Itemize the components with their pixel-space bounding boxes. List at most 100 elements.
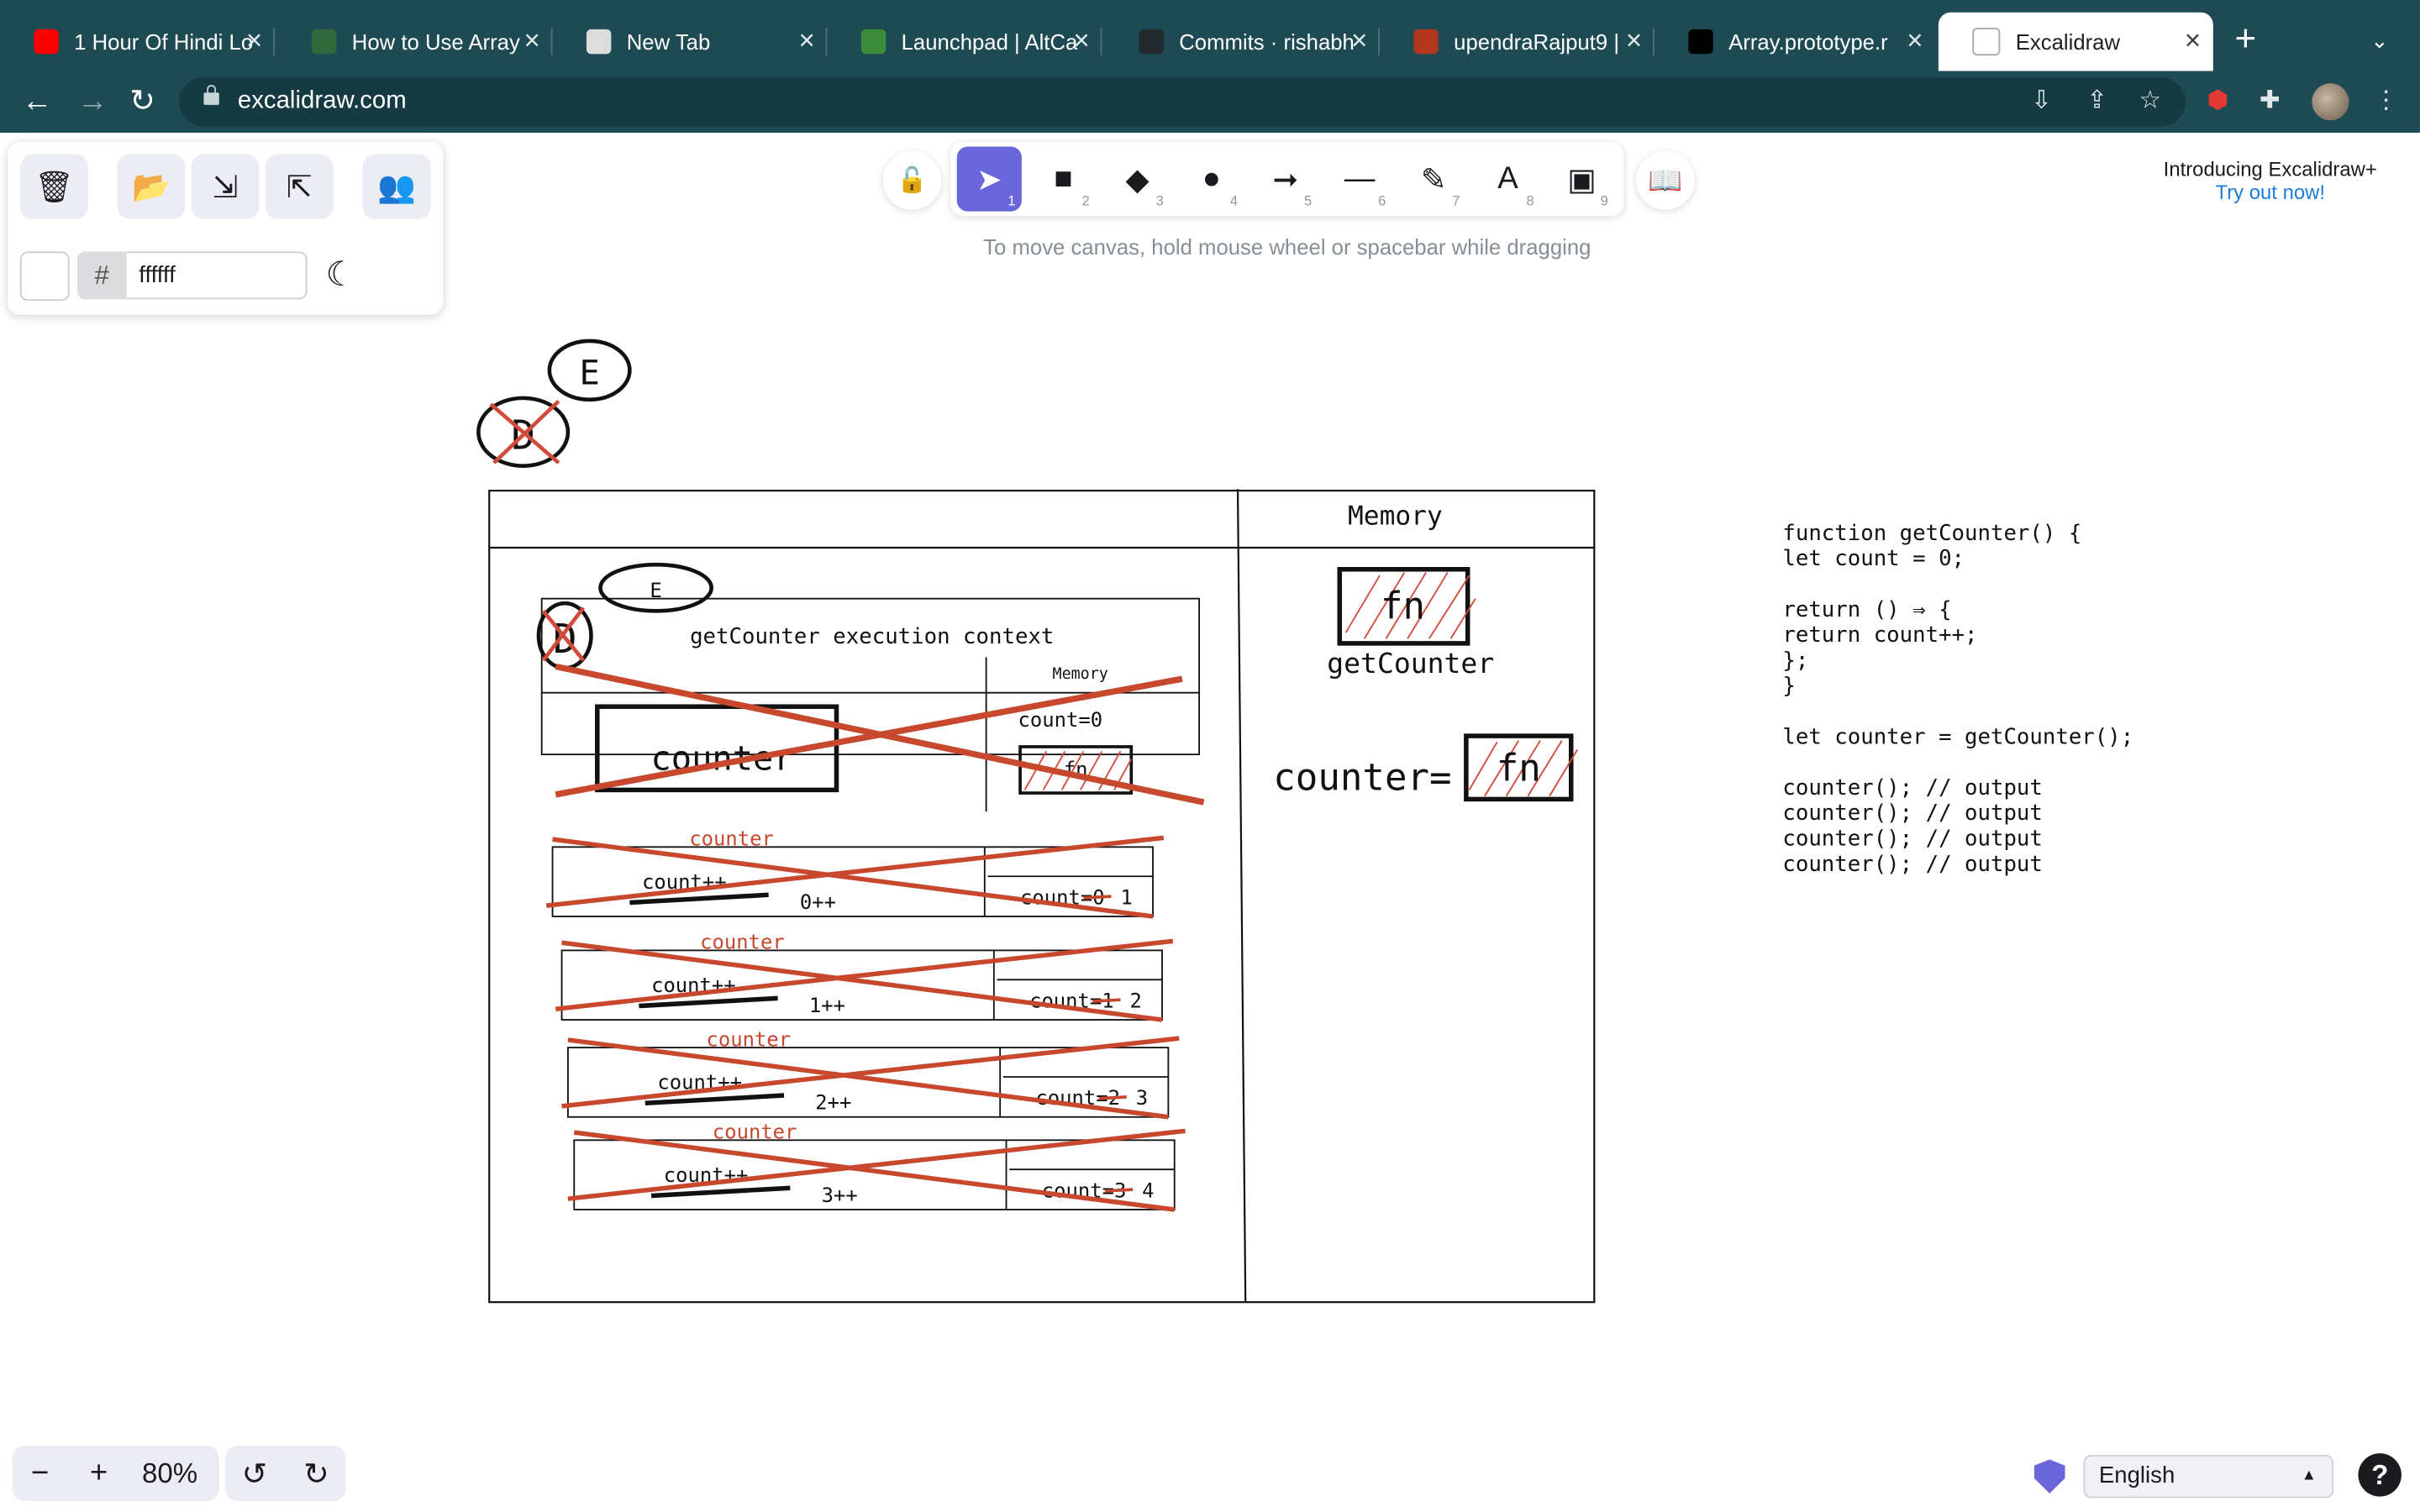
lock-icon — [203, 85, 219, 105]
context-count-label: count=0 — [1018, 708, 1103, 732]
caret-up-icon: ▲ — [2301, 1467, 2317, 1484]
call-frame-expr: 1++ — [809, 994, 845, 1017]
drawing-canvas[interactable]: E D Memory fn getCounter counter= fn E D — [0, 133, 2420, 1429]
call-frame-count-new: 4 — [1142, 1179, 1154, 1202]
new-tab-button[interactable]: + — [2235, 21, 2257, 59]
call-frames: countercount++0++ count=0 1 countercount++1… — [545, 827, 1186, 1212]
close-tab-icon[interactable]: × — [798, 26, 814, 54]
call-frame-count-new: 3 — [1136, 1086, 1148, 1110]
close-tab-icon[interactable]: × — [1626, 26, 1642, 54]
counter-fn-label: fn — [1497, 747, 1541, 790]
getcounter-fn-label: fn — [1381, 585, 1425, 628]
excalidraw-icon — [1972, 28, 2001, 56]
tab-title: How to Use Array — [351, 29, 520, 55]
tab-separator — [1100, 28, 1102, 56]
close-tab-icon[interactable]: × — [1073, 26, 1089, 54]
tab-title: Array.prototype.r — [1728, 29, 1888, 55]
code-snippet: function getCounter() { let count = 0; r… — [1782, 521, 2133, 877]
install-app-icon[interactable]: ⇩ — [2031, 87, 2052, 118]
browser-tab[interactable]: Excalidraw × — [1938, 12, 2213, 71]
adblock-extension-icon[interactable]: ⬢ — [2207, 87, 2228, 118]
browser-tab[interactable]: New Tab × — [553, 13, 828, 71]
close-tab-icon[interactable]: × — [246, 26, 262, 54]
youtube-icon — [34, 29, 59, 55]
execution-context-title: getCounter execution context — [690, 624, 1054, 649]
browser-tab[interactable]: upendraRajput9 | × — [1380, 13, 1655, 71]
zoom-out-button[interactable]: − — [13, 1446, 68, 1501]
tab-search-icon[interactable]: ⌄ — [2370, 28, 2389, 54]
code-line: counter(); // output — [1782, 775, 2043, 801]
code-line: function getCounter() { — [1782, 521, 2081, 546]
call-frame-count-new: 2 — [1129, 989, 1141, 1012]
code-line: let counter = getCounter(); — [1782, 724, 2133, 749]
browser-tab[interactable]: How to Use Array × — [278, 13, 553, 71]
circle-e-label: E — [579, 352, 599, 392]
chrome-icon — [586, 29, 612, 55]
zoom-level[interactable]: 80% — [127, 1446, 213, 1501]
redo-icon[interactable]: ↻ — [287, 1446, 346, 1501]
call-frame-expr: 3++ — [822, 1184, 858, 1207]
tab-separator — [273, 28, 275, 56]
strike-old-value — [1104, 1188, 1134, 1193]
close-tab-icon[interactable]: × — [2185, 26, 2201, 54]
language-value: English — [2098, 1462, 2175, 1489]
bookmark-star-icon[interactable]: ☆ — [2139, 87, 2161, 118]
language-select[interactable]: English ▲ — [2083, 1455, 2334, 1499]
github-icon — [1139, 29, 1164, 55]
call-frame-count-new: 1 — [1120, 885, 1132, 909]
browser-tab[interactable]: 1 Hour Of Hindi Lo × — [0, 13, 275, 71]
url-text: excalidraw.com — [237, 87, 407, 114]
codewars-icon — [1413, 29, 1439, 55]
zoom-in-button[interactable]: + — [71, 1446, 126, 1501]
mdn-icon — [1688, 29, 1713, 55]
tab-title: 1 Hour Of Hindi Lo — [74, 29, 254, 55]
browser-tab[interactable]: Launchpad | AltCa × — [827, 13, 1102, 71]
call-frame-expr: 0++ — [800, 890, 836, 914]
extensions-puzzle-icon[interactable]: ✚ — [2260, 87, 2281, 118]
call-frame[interactable]: countercount++3++ count=3 4 — [567, 1120, 1186, 1212]
tab-title: Commits · rishabh — [1179, 29, 1355, 55]
code-line: return () ⇒ { — [1782, 597, 1951, 622]
context-memory-label: Memory — [1053, 665, 1108, 683]
call-frame[interactable]: countercount++0++ count=0 1 — [545, 827, 1165, 919]
code-line: counter(); // output — [1782, 827, 2043, 852]
call-frame[interactable]: countercount++1++ count=1 2 — [555, 931, 1174, 1022]
undo-icon[interactable]: ↺ — [225, 1446, 284, 1501]
strike-old-value — [1098, 1095, 1127, 1100]
browser-tab[interactable]: Array.prototype.r × — [1655, 13, 1935, 71]
altcampus-icon — [860, 29, 886, 55]
history-controls: ↺ ↻ — [225, 1445, 346, 1502]
call-frame[interactable]: countercount++2++ count=2 3 — [561, 1027, 1180, 1120]
tab-strip: 1 Hour Of Hindi Lo × How to Use Array × New … — [0, 0, 2420, 71]
address-toolbar: ← → ↻ excalidraw.com ⇩ ⇪ ☆ ⬢ ✚ ⋮ — [0, 71, 2420, 133]
strike-old-value — [1083, 895, 1112, 900]
dp-icon — [312, 29, 337, 55]
frame-divider — [1236, 489, 1247, 1303]
share-icon[interactable]: ⇪ — [2086, 87, 2107, 118]
back-icon[interactable]: ← — [22, 83, 53, 120]
browser-menu-icon[interactable]: ⋮ — [2374, 87, 2398, 118]
zoom-controls: − + 80% — [12, 1445, 219, 1502]
close-tab-icon[interactable]: × — [524, 26, 540, 54]
code-line: counter(); // output — [1782, 852, 2043, 877]
code-line: } — [1782, 674, 1795, 699]
tab-title: upendraRajput9 | — [1454, 29, 1620, 55]
reload-icon[interactable]: ↻ — [129, 83, 155, 120]
strike-old-value — [1092, 998, 1121, 1003]
counter-eq-label: counter= — [1273, 756, 1451, 799]
forward-icon[interactable]: → — [77, 83, 108, 120]
code-line: return count++; — [1782, 622, 1977, 648]
tab-title: Excalidraw — [2015, 29, 2121, 55]
tab-title: Launchpad | AltCa — [901, 29, 1078, 55]
code-line: let count = 0; — [1782, 546, 1965, 571]
close-tab-icon[interactable]: × — [1351, 26, 1367, 54]
code-line: counter(); // output — [1782, 801, 2043, 826]
browser-tab[interactable]: Commits · rishabh × — [1105, 13, 1381, 71]
encryption-shield-icon[interactable] — [2033, 1459, 2065, 1494]
memory-heading: Memory — [1348, 501, 1443, 531]
close-tab-icon[interactable]: × — [1907, 26, 1923, 54]
profile-avatar[interactable] — [2312, 83, 2349, 121]
call-frame-expr: 2++ — [815, 1091, 851, 1115]
help-icon[interactable]: ? — [2358, 1453, 2402, 1497]
address-bar[interactable]: excalidraw.com — [179, 76, 2186, 127]
